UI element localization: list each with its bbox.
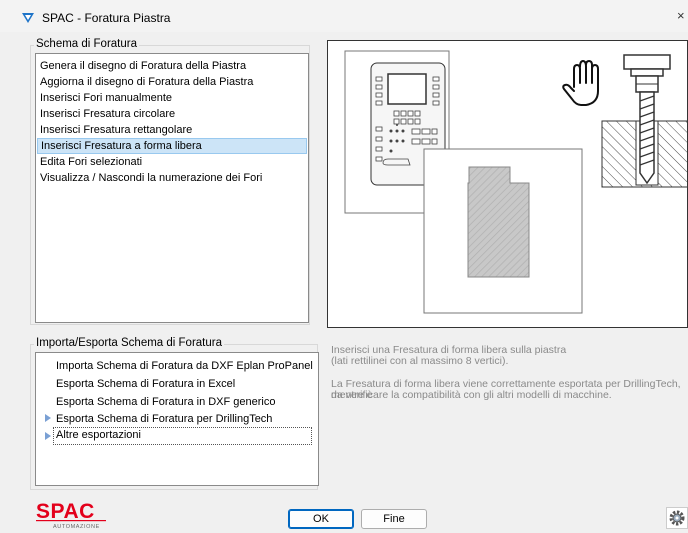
list-item[interactable]: Esporta Schema di Foratura in DXF generi… [56,393,276,411]
settings-button[interactable] [666,507,688,529]
window-title: SPAC - Foratura Piastra [42,11,171,25]
list-item[interactable]: Aggiorna il disegno di Foratura della Pi… [40,74,253,90]
description-line-2: (lati rettilinei con al massimo 8 vertic… [331,355,509,367]
schema-list[interactable]: Genera il disegno di Foratura della Pias… [35,53,309,323]
list-item[interactable]: Genera il disegno di Foratura della Pias… [40,58,246,74]
spac-logo: SPAC AUTOMAZIONE [36,500,108,530]
list-item[interactable]: Inserisci Fresatura circolare [40,106,175,122]
svg-text:SPAC: SPAC [36,500,95,523]
export-list[interactable]: Importa Schema di Foratura da DXF Eplan … [35,352,319,486]
ok-button[interactable]: OK [288,509,354,529]
list-item[interactable]: Inserisci Fresatura rettangolare [40,122,192,138]
app-icon [22,13,34,23]
title-bar: SPAC - Foratura Piastra × [0,0,688,32]
drill-icon [601,54,688,188]
list-item[interactable]: Esporta Schema di Foratura per DrillingT… [56,410,272,428]
svg-text:AUTOMAZIONE: AUTOMAZIONE [53,524,100,530]
close-icon[interactable]: × [677,8,685,23]
preview-illustration [344,50,688,314]
list-item[interactable]: Edita Fori selezionati [40,154,142,170]
schema-group-label: Schema di Foratura [34,38,139,50]
list-item[interactable]: Visualizza / Nascondi la numerazione dei… [40,170,262,186]
list-item[interactable]: Altre esportazioni [56,427,141,445]
list-item-selected[interactable]: Inserisci Fresatura a forma libera [37,138,307,154]
hand-icon [562,60,599,106]
preview-image [327,40,688,328]
gear-icon [669,510,685,526]
description-line-4: da verificare la compatibilità con gli a… [331,389,612,401]
expand-arrow-icon[interactable] [45,432,51,440]
list-item[interactable]: Inserisci Fori manualmente [40,90,172,106]
export-group-label: Importa/Esporta Schema di Foratura [34,337,224,349]
list-item[interactable]: Importa Schema di Foratura da DXF Eplan … [56,357,313,375]
list-item[interactable]: Esporta Schema di Foratura in Excel [56,375,235,393]
fine-button[interactable]: Fine [361,509,427,529]
expand-arrow-icon[interactable] [45,414,51,422]
